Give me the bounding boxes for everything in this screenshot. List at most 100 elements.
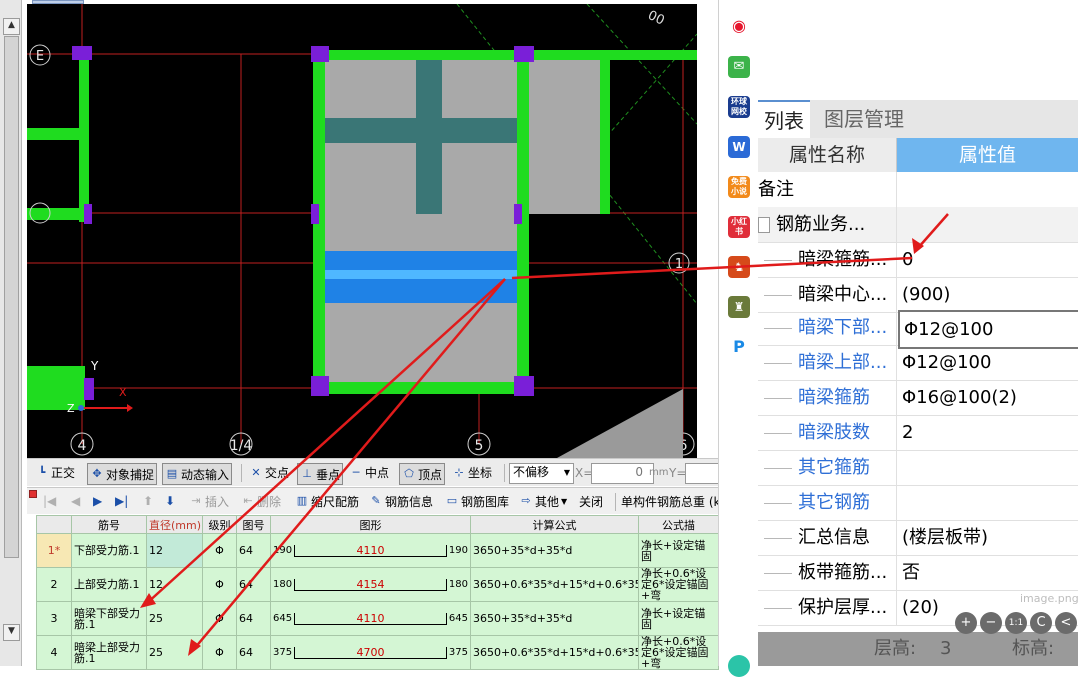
cell-desc[interactable]: 净长+设定锚固	[638, 533, 719, 568]
cell-diameter[interactable]: 12	[146, 533, 203, 568]
cell-shape[interactable]: 645 4110 645	[270, 601, 471, 636]
property-value[interactable]	[902, 207, 1078, 242]
intersection-button[interactable]: ✕ 交点	[249, 459, 289, 486]
novel-icon[interactable]: 免费小说	[728, 176, 750, 198]
offset-select[interactable]: 不偏移 ▼	[509, 463, 574, 484]
property-row[interactable]: 暗梁中心... (900)	[758, 277, 1078, 313]
cell-desc[interactable]: 净长+设定锚固	[638, 601, 719, 636]
next-record-icon[interactable]: ▶	[93, 488, 102, 514]
move-down-icon[interactable]: ⬇	[165, 488, 175, 514]
zoom-out-button[interactable]: −	[980, 612, 1002, 634]
word-doc-icon[interactable]: W	[728, 136, 750, 158]
scroll-thumb[interactable]	[4, 36, 19, 558]
scroll-down-icon[interactable]: ▼	[3, 624, 20, 641]
scale-rebar-button[interactable]: ▥ 缩尺配筋	[295, 488, 359, 514]
table-row[interactable]: 2 上部受力筋.1 12 Φ 64 180 4154 180 3650+0.6*35…	[36, 567, 719, 602]
property-row[interactable]: 钢筋业务...	[758, 207, 1078, 243]
x-input[interactable]: 0	[591, 463, 654, 484]
cell-diameter[interactable]: 25	[146, 601, 203, 636]
vertical-scrollbar[interactable]: ▲ ▼	[0, 0, 22, 666]
huanqiu-icon[interactable]: 环球网校	[728, 96, 750, 118]
weibo-icon[interactable]: ◉	[728, 15, 750, 37]
tab-list[interactable]: 列表	[758, 100, 810, 140]
property-row[interactable]: 暗梁下部... Φ12@100	[758, 310, 1078, 349]
property-row[interactable]: 其它钢筋	[758, 485, 1078, 521]
cell-grade[interactable]: Φ	[202, 567, 237, 602]
row-number[interactable]: 3	[36, 601, 72, 636]
rebar-library-button[interactable]: ▭ 钢筋图库	[445, 488, 509, 514]
close-button[interactable]: 关闭	[579, 488, 603, 514]
property-value[interactable]: (楼层板带)	[902, 520, 1078, 555]
cell-formula[interactable]: 3650+0.6*35*d+15*d+0.6*35*d+15*d	[470, 635, 639, 670]
close-panel-icon[interactable]	[29, 490, 37, 498]
coordinate-button[interactable]: ⊹ 坐标	[452, 459, 492, 486]
cell-figno[interactable]: 64	[236, 601, 271, 636]
property-value[interactable]	[902, 485, 1078, 520]
cell-name[interactable]: 暗梁上部受力筋.1	[71, 635, 147, 670]
other-menu-button[interactable]: ⇨ 其他 ▼	[519, 488, 567, 514]
property-value[interactable]: (900)	[902, 277, 1078, 312]
pixiv-icon[interactable]: P	[728, 336, 750, 358]
last-record-icon[interactable]: ▶|	[115, 488, 128, 514]
property-row[interactable]: 备注	[758, 172, 1078, 208]
game-icon[interactable]: ♞	[728, 256, 750, 278]
property-value[interactable]	[902, 450, 1078, 485]
table-row[interactable]: 3 暗梁下部受力筋.1 25 Φ 64 645 4110 645 3650+35*d…	[36, 601, 719, 636]
cell-desc[interactable]: 净长+0.6*设定6*设定锚固+弯	[638, 567, 719, 602]
object-snap-button[interactable]: ✥ 对象捕捉	[87, 463, 158, 485]
cell-shape[interactable]: 180 4154 180	[270, 567, 471, 602]
property-row[interactable]: 暗梁肢数 2	[758, 415, 1078, 451]
property-value[interactable]	[902, 172, 1078, 207]
zoom-actual-button[interactable]: 1:1	[1005, 612, 1027, 634]
property-row[interactable]: 暗梁箍筋... 0	[758, 242, 1078, 278]
cell-diameter[interactable]: 12	[146, 567, 203, 602]
property-row[interactable]: 暗梁箍筋 Φ16@100(2)	[758, 380, 1078, 416]
cell-grade[interactable]: Φ	[202, 601, 237, 636]
table-row[interactable]: 1* 下部受力筋.1 12 Φ 64 190 4110 190 3650+35*d+…	[36, 533, 719, 568]
cell-formula[interactable]: 3650+35*d+35*d	[470, 601, 639, 636]
midpoint-button[interactable]: ─ 中点	[349, 459, 389, 486]
assistant-icon[interactable]	[728, 655, 750, 677]
col-header-diameter[interactable]: 直径(mm)	[146, 515, 203, 534]
drawing-canvas[interactable]: E 1 4 1/4 5 6 00 Y X Z	[27, 4, 697, 458]
cell-name[interactable]: 下部受力筋.1	[71, 533, 147, 568]
delete-button[interactable]: ⇤ 删除	[241, 488, 281, 514]
row-number[interactable]: 4	[36, 635, 72, 670]
col-header-grade[interactable]: 级别	[202, 515, 237, 534]
rebar-info-button[interactable]: ✎ 钢筋信息	[369, 488, 433, 514]
row-number[interactable]: 2	[36, 567, 72, 602]
expand-toggle-icon[interactable]	[758, 217, 770, 233]
property-row[interactable]: 汇总信息 (楼层板带)	[758, 520, 1078, 556]
tab-layer-manage[interactable]: 图层管理	[818, 100, 910, 138]
dynamic-input-button[interactable]: ▤ 动态输入	[162, 463, 233, 485]
insert-button[interactable]: ⇥ 插入	[189, 488, 229, 514]
y-input[interactable]	[685, 463, 718, 484]
xiaohongshu-icon[interactable]: 小红书	[728, 216, 750, 238]
cell-name[interactable]: 暗梁下部受力筋.1	[71, 601, 147, 636]
rotate-button[interactable]: C	[1030, 612, 1052, 634]
property-value-input[interactable]: Φ12@100	[898, 310, 1078, 349]
table-row[interactable]: 4 暗梁上部受力筋.1 25 Φ 64 375 4700 375 3650+0.6*…	[36, 635, 719, 670]
cell-diameter[interactable]: 25	[146, 635, 203, 670]
cell-formula[interactable]: 3650+35*d+35*d	[470, 533, 639, 568]
prev-record-icon[interactable]: ◀	[71, 488, 80, 514]
property-row[interactable]: 暗梁上部... Φ12@100	[758, 345, 1078, 381]
cell-name[interactable]: 上部受力筋.1	[71, 567, 147, 602]
vertex-button[interactable]: ⬠ 顶点	[399, 463, 446, 485]
row-number[interactable]: 1*	[36, 533, 72, 568]
col-header-figno[interactable]: 图号	[236, 515, 271, 534]
cell-figno[interactable]: 64	[236, 567, 271, 602]
cell-figno[interactable]: 64	[236, 533, 271, 568]
property-row[interactable]: 板带箍筋... 否	[758, 555, 1078, 591]
col-header-desc[interactable]: 公式描	[638, 515, 719, 534]
property-value[interactable]: 0	[902, 242, 1078, 277]
col-header-name[interactable]: 筋号	[71, 515, 147, 534]
cell-grade[interactable]: Φ	[202, 635, 237, 670]
cell-shape[interactable]: 375 4700 375	[270, 635, 471, 670]
cell-grade[interactable]: Φ	[202, 533, 237, 568]
property-value[interactable]: Φ12@100	[902, 345, 1078, 380]
first-record-icon[interactable]: |◀	[43, 488, 56, 514]
scroll-up-icon[interactable]: ▲	[3, 18, 20, 35]
property-value[interactable]: 2	[902, 415, 1078, 450]
cell-desc[interactable]: 净长+0.6*设定6*设定锚固+弯	[638, 635, 719, 670]
